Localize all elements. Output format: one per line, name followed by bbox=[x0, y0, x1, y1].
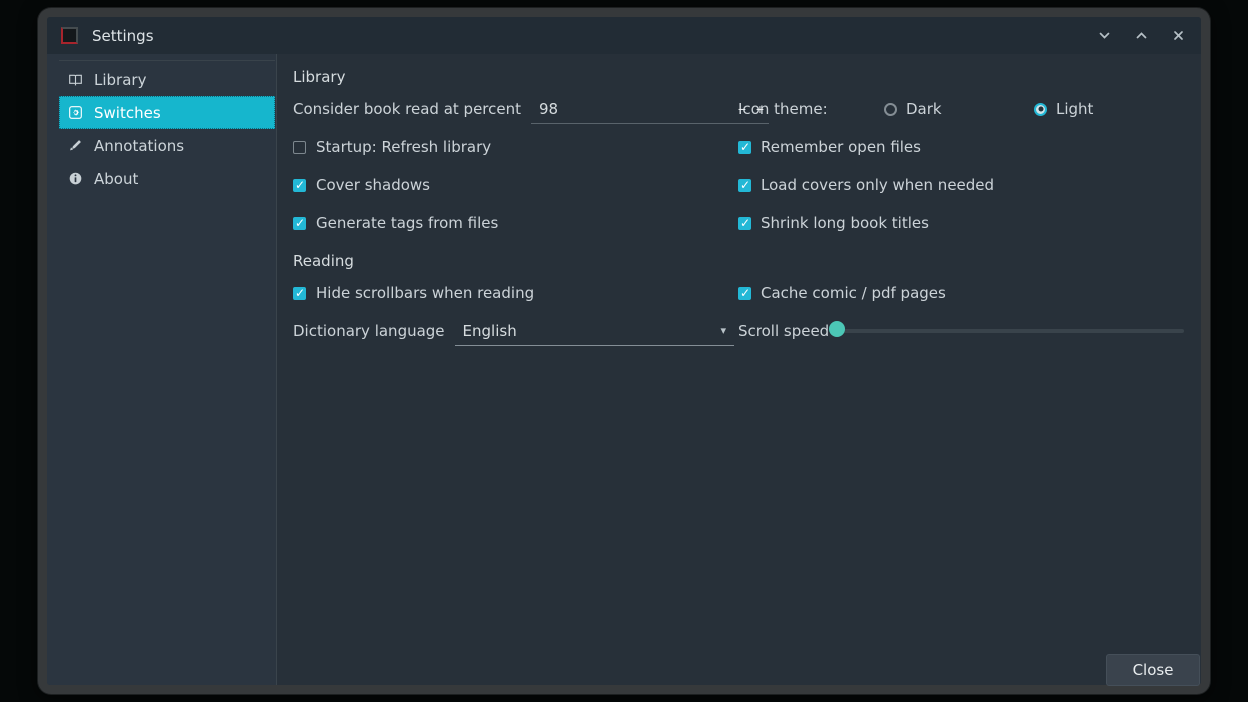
sidebar-list: Library Switches bbox=[59, 60, 275, 195]
checkbox-cache-pages[interactable]: Cache comic / pdf pages bbox=[738, 284, 946, 302]
checkbox-remember-open-files[interactable]: Remember open files bbox=[738, 138, 921, 156]
library-section-header: Library bbox=[289, 64, 1184, 90]
chevron-down-icon: ▾ bbox=[720, 324, 726, 337]
checkbox[interactable] bbox=[293, 287, 306, 300]
settings-window: Settings bbox=[38, 8, 1210, 694]
body: Library Switches bbox=[47, 54, 1201, 685]
maximize-icon[interactable] bbox=[1135, 29, 1148, 42]
dictionary-label: Dictionary language bbox=[293, 322, 445, 340]
checkbox[interactable] bbox=[738, 217, 751, 230]
checkbox[interactable] bbox=[293, 141, 306, 154]
app-logo-icon bbox=[61, 27, 78, 44]
radio-option-light[interactable]: Light bbox=[1034, 100, 1184, 118]
dropdown-value: English bbox=[455, 322, 517, 340]
radio-option-dark[interactable]: Dark bbox=[884, 100, 1034, 118]
window-inner: Settings bbox=[47, 17, 1201, 685]
sidebar-item-label: About bbox=[94, 170, 138, 188]
checkbox[interactable] bbox=[738, 287, 751, 300]
close-icon[interactable] bbox=[1172, 29, 1185, 42]
consider-read-label: Consider book read at percent bbox=[293, 100, 521, 118]
checkbox-startup-refresh[interactable]: Startup: Refresh library bbox=[293, 138, 491, 156]
sidebar-item-label: Switches bbox=[94, 104, 161, 122]
radio-dark[interactable] bbox=[884, 103, 897, 116]
sidebar: Library Switches bbox=[47, 54, 277, 685]
sidebar-item-label: Annotations bbox=[94, 137, 184, 155]
spin-plus-button[interactable]: + bbox=[751, 97, 769, 121]
minimize-icon[interactable] bbox=[1098, 29, 1111, 42]
checkbox-cover-shadows[interactable]: Cover shadows bbox=[293, 176, 430, 194]
info-icon bbox=[68, 171, 83, 186]
checkbox-shrink-titles[interactable]: Shrink long book titles bbox=[738, 214, 929, 232]
sidebar-item-label: Library bbox=[94, 71, 146, 89]
consider-read-spinbox[interactable]: − + bbox=[531, 94, 769, 124]
scroll-speed-row: Scroll speed bbox=[734, 312, 1184, 350]
checkbox-label: Cache comic / pdf pages bbox=[761, 284, 946, 302]
scroll-speed-label: Scroll speed bbox=[738, 322, 829, 340]
window-title: Settings bbox=[92, 27, 154, 45]
checkbox[interactable] bbox=[293, 217, 306, 230]
scroll-speed-slider[interactable] bbox=[837, 329, 1184, 333]
book-icon bbox=[68, 72, 83, 87]
gear-icon bbox=[68, 105, 83, 120]
checkbox-label: Cover shadows bbox=[316, 176, 430, 194]
sidebar-item-annotations[interactable]: Annotations bbox=[59, 129, 275, 162]
titlebar[interactable]: Settings bbox=[47, 17, 1201, 54]
icon-theme-row: Icon theme: Dark Light bbox=[734, 90, 1184, 128]
dictionary-row: Dictionary language English ▾ bbox=[289, 312, 734, 350]
dictionary-dropdown[interactable]: English ▾ bbox=[455, 316, 734, 346]
checkbox-label: Startup: Refresh library bbox=[316, 138, 491, 156]
consider-read-input[interactable] bbox=[531, 100, 733, 118]
settings-panel: Library Consider book read at percent − … bbox=[277, 54, 1201, 685]
checkbox-label: Hide scrollbars when reading bbox=[316, 284, 534, 302]
sidebar-item-switches[interactable]: Switches bbox=[59, 96, 275, 129]
radio-light-label: Light bbox=[1056, 100, 1093, 118]
pen-icon bbox=[68, 138, 83, 153]
sidebar-item-about[interactable]: About bbox=[59, 162, 275, 195]
checkbox[interactable] bbox=[293, 179, 306, 192]
checkbox-label: Shrink long book titles bbox=[761, 214, 929, 232]
checkbox-label: Load covers only when needed bbox=[761, 176, 994, 194]
checkbox[interactable] bbox=[738, 141, 751, 154]
consider-read-row: Consider book read at percent − + bbox=[289, 90, 734, 128]
checkbox-label: Generate tags from files bbox=[316, 214, 498, 232]
checkbox-label: Remember open files bbox=[761, 138, 921, 156]
slider-handle[interactable] bbox=[829, 321, 845, 337]
window-controls bbox=[1098, 29, 1185, 42]
checkbox-load-covers[interactable]: Load covers only when needed bbox=[738, 176, 994, 194]
reading-section-header: Reading bbox=[289, 248, 1184, 274]
checkbox[interactable] bbox=[738, 179, 751, 192]
radio-dark-label: Dark bbox=[906, 100, 942, 118]
radio-light[interactable] bbox=[1034, 103, 1047, 116]
close-button[interactable]: Close bbox=[1106, 654, 1200, 685]
spin-minus-button[interactable]: − bbox=[733, 97, 751, 121]
checkbox-hide-scrollbars[interactable]: Hide scrollbars when reading bbox=[293, 284, 534, 302]
sidebar-item-library[interactable]: Library bbox=[59, 63, 275, 96]
checkbox-generate-tags[interactable]: Generate tags from files bbox=[293, 214, 498, 232]
